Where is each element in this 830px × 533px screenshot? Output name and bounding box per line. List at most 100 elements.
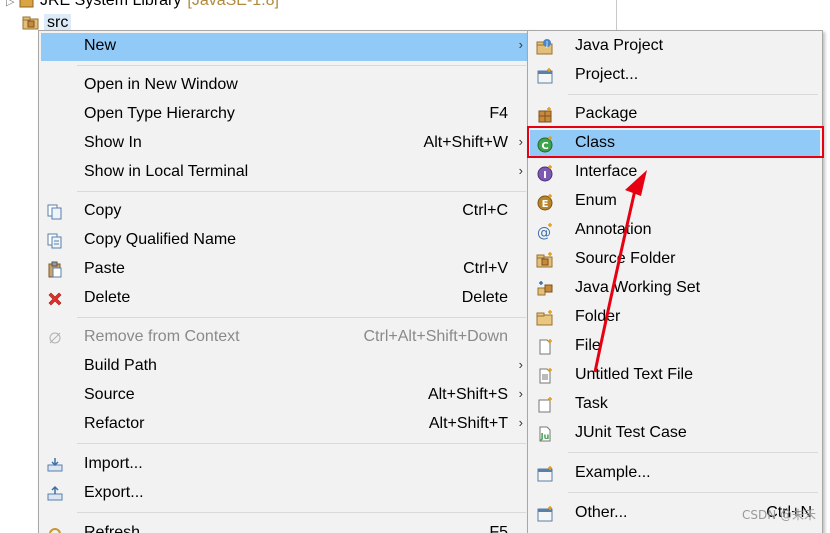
expand-arrow-icon[interactable]: ▷ — [6, 0, 18, 8]
submenu-item-task[interactable]: Task — [530, 391, 820, 419]
menu-item-refresh[interactable]: Refresh F5 — [41, 520, 528, 533]
menu-item-refactor[interactable]: Refactor Alt+Shift+T › — [41, 411, 528, 439]
submenu-item-label: Package — [575, 105, 638, 122]
submenu-arrow-icon: › — [518, 357, 523, 372]
screenshot-stage: ▷ JRE System Library [JavaSE-1.8] src Ne… — [0, 0, 830, 533]
submenu-item-java-working-set[interactable]: Java Working Set — [530, 275, 820, 303]
submenu-item-untitled-text-file[interactable]: Untitled Text File — [530, 362, 820, 390]
file-icon — [536, 338, 554, 356]
submenu-item-folder[interactable]: Folder — [530, 304, 820, 332]
menu-item-shortcut: Alt+Shift+W — [423, 134, 508, 151]
submenu-item-enum[interactable]: E Enum — [530, 188, 820, 216]
package-icon — [536, 106, 554, 124]
submenu-item-java-project[interactable]: J Java Project — [530, 33, 820, 61]
menu-item-label: Paste — [84, 260, 125, 277]
submenu-item-example[interactable]: Example... — [530, 460, 820, 488]
submenu-item-label: Java Working Set — [575, 279, 701, 296]
menu-separator — [77, 65, 526, 66]
source-folder-icon — [536, 251, 554, 269]
menu-item-show-in-local-terminal[interactable]: Show in Local Terminal › — [41, 159, 528, 187]
svg-text:Ju: Ju — [540, 432, 550, 441]
menu-item-open-type-hierarchy[interactable]: Open Type Hierarchy F4 — [41, 101, 528, 129]
menu-item-import[interactable]: Import... — [41, 451, 528, 479]
menu-item-delete[interactable]: Delete Delete — [41, 285, 528, 313]
menu-item-copy-qualified-name[interactable]: Copy Qualified Name — [41, 227, 528, 255]
menu-item-shortcut: F4 — [489, 105, 508, 122]
svg-text:J: J — [545, 40, 548, 48]
submenu-item-package[interactable]: Package — [530, 101, 820, 129]
menu-item-label: Source — [84, 386, 135, 403]
copy-icon — [46, 203, 64, 221]
menu-item-source[interactable]: Source Alt+Shift+S › — [41, 382, 528, 410]
submenu-item-label: Java Project — [575, 37, 664, 54]
interface-icon: I — [536, 164, 554, 182]
submenu-separator — [568, 94, 818, 95]
submenu-item-label: Folder — [575, 308, 621, 325]
delete-icon — [46, 290, 64, 308]
menu-item-remove-from-context[interactable]: Remove from Context Ctrl+Alt+Shift+Down — [41, 324, 528, 352]
submenu-item-annotation[interactable]: @ Annotation — [530, 217, 820, 245]
menu-item-shortcut: Ctrl+Alt+Shift+Down — [363, 328, 508, 345]
menu-item-shortcut: Alt+Shift+S — [427, 386, 508, 403]
menu-item-label: Show in Local Terminal — [84, 163, 249, 180]
library-label: JRE System Library — [40, 0, 182, 9]
folder-icon — [536, 309, 554, 327]
tree-row-jre-library[interactable]: ▷ JRE System Library [JavaSE-1.8] — [6, 0, 279, 12]
menu-separator — [77, 191, 526, 192]
submenu-arrow-icon: › — [518, 163, 523, 178]
annotation-highlight-box — [527, 126, 824, 158]
menu-item-shortcut: Ctrl+C — [462, 202, 508, 219]
menu-separator — [77, 512, 526, 513]
menu-item-label: Build Path — [84, 357, 157, 374]
menu-item-label: Import... — [84, 455, 143, 472]
submenu-item-label: JUnit Test Case — [575, 424, 687, 441]
menu-separator — [77, 317, 526, 318]
menu-item-label: Refresh — [84, 524, 141, 533]
paste-icon — [46, 261, 64, 279]
watermark: CSDN @未禾 — [741, 508, 816, 522]
menu-item-shortcut: F5 — [489, 524, 508, 533]
submenu-separator — [568, 452, 818, 453]
submenu-item-label: Source Folder — [575, 250, 676, 267]
submenu-item-source-folder[interactable]: Source Folder — [530, 246, 820, 274]
svg-text:@: @ — [537, 225, 551, 240]
menu-item-show-in[interactable]: Show In Alt+Shift+W › — [41, 130, 528, 158]
submenu-item-file[interactable]: File — [530, 333, 820, 361]
submenu-item-interface[interactable]: I Interface — [530, 159, 820, 187]
submenu-arrow-icon: › — [518, 386, 523, 401]
menu-item-label: Show In — [84, 134, 142, 151]
svg-text:E: E — [542, 199, 549, 210]
menu-item-copy[interactable]: Copy Ctrl+C — [41, 198, 528, 226]
new-submenu: J Java Project Project... Package C Clas… — [527, 30, 823, 533]
java-working-set-icon — [536, 280, 554, 298]
project-icon — [536, 67, 554, 85]
submenu-arrow-icon: › — [518, 134, 523, 149]
submenu-item-label: Interface — [575, 163, 638, 180]
menu-item-new[interactable]: New › — [41, 33, 528, 61]
menu-item-label: Open in New Window — [84, 76, 238, 93]
menu-item-label: Delete — [84, 289, 131, 306]
submenu-item-label: Annotation — [575, 221, 652, 238]
submenu-item-project[interactable]: Project... — [530, 62, 820, 90]
library-version: [JavaSE-1.8] — [187, 0, 279, 9]
menu-item-shortcut: Ctrl+V — [463, 260, 508, 277]
menu-item-export[interactable]: Export... — [41, 480, 528, 508]
submenu-item-label: Enum — [575, 192, 617, 209]
submenu-item-junit-test-case[interactable]: Ju JUnit Test Case — [530, 420, 820, 448]
menu-item-label: Open Type Hierarchy — [84, 105, 235, 122]
enum-icon: E — [536, 193, 554, 211]
export-icon — [46, 485, 64, 503]
submenu-separator — [568, 492, 818, 493]
menu-item-paste[interactable]: Paste Ctrl+V — [41, 256, 528, 284]
menu-item-shortcut: Delete — [461, 289, 508, 306]
menu-item-build-path[interactable]: Build Path › — [41, 353, 528, 381]
submenu-item-label: File — [575, 337, 601, 354]
untitled-text-file-icon — [536, 367, 554, 385]
menu-item-open-in-new-window[interactable]: Open in New Window — [41, 72, 528, 100]
java-project-icon: J — [536, 38, 554, 56]
submenu-item-label: Untitled Text File — [575, 366, 693, 383]
import-icon — [46, 456, 64, 474]
remove-from-context-icon — [46, 329, 64, 347]
junit-test-case-icon: Ju — [536, 425, 554, 443]
menu-separator — [77, 443, 526, 444]
